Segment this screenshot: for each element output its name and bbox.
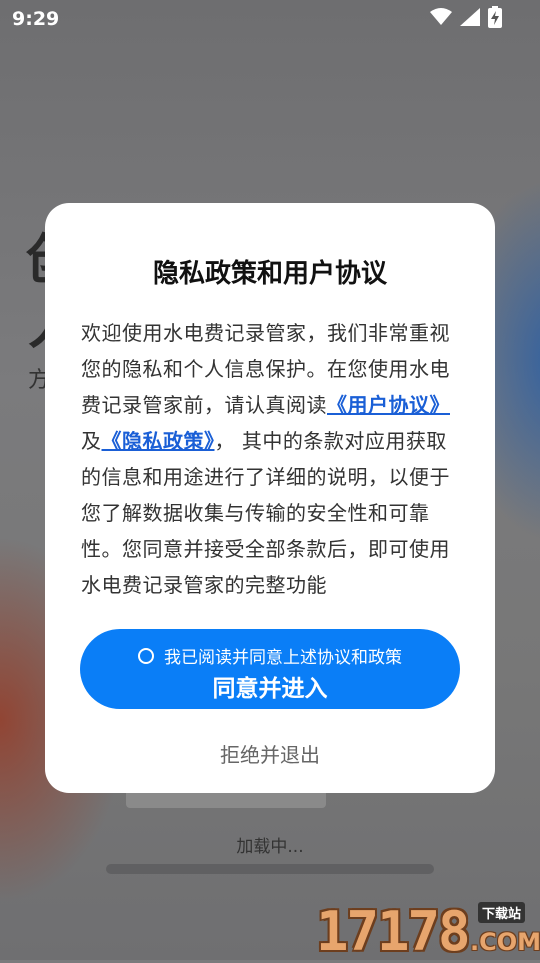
agree-checkbox-label: 我已阅读并同意上述协议和政策 [164, 648, 402, 668]
watermark-number: 17178 [316, 900, 471, 963]
wifi-icon [430, 8, 452, 25]
status-bar: 9:29 [0, 0, 540, 36]
reject-button[interactable]: 拒绝并退出 [45, 739, 495, 768]
body-text-details: ， 其中的条款对应用获取的信息和用途进行了详细的说明，以便于您了解数据收集与传输… [81, 429, 450, 597]
agree-button[interactable]: 我已阅读并同意上述协议和政策 同意并进入 [80, 629, 460, 709]
privacy-dialog: 隐私政策和用户协议 欢迎使用水电费记录管家，我们非常重视您的隐私和个人信息保护。… [45, 203, 495, 793]
watermark-domain: .COM [470, 928, 540, 956]
agree-checkbox-row[interactable]: 我已阅读并同意上述协议和政策 [80, 643, 460, 668]
agree-button-label: 同意并进入 [212, 676, 328, 702]
status-time: 9:29 [12, 8, 60, 30]
watermark-site-label: 下载站 [478, 902, 526, 923]
dialog-title: 隐私政策和用户协议 [152, 259, 387, 289]
user-agreement-link[interactable]: 《用户协议》 [327, 393, 450, 417]
agree-radio-icon[interactable] [138, 647, 154, 664]
signal-icon [460, 8, 480, 26]
watermark-logo: 17178 下载站 .COM [316, 898, 540, 963]
privacy-policy-link[interactable]: 《隐私政策》 [102, 429, 215, 453]
status-icons [430, 6, 502, 28]
loading-progress-bar [106, 864, 434, 874]
dialog-body: 欢迎使用水电费记录管家，我们非常重视您的隐私和个人信息保护。在您使用水电费记录管… [81, 315, 463, 603]
body-text-and: 及 [81, 429, 102, 453]
loading-text: 加载中... [236, 837, 304, 857]
battery-charging-icon [488, 6, 502, 28]
